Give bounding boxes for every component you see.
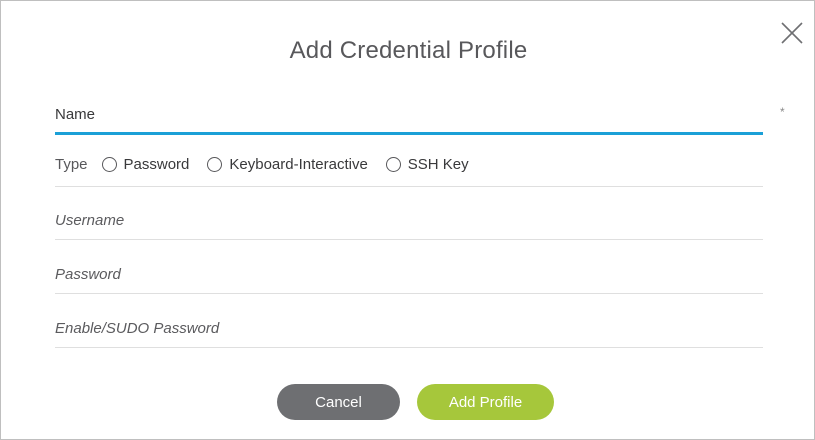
radio-button-icon[interactable]: [385, 157, 401, 172]
dialog-title: Add Credential Profile: [289, 37, 528, 64]
sudo-password-field[interactable]: [55, 300, 763, 348]
radio-button-icon[interactable]: [101, 157, 117, 172]
radio-password-label: Password: [123, 156, 190, 173]
radio-ssh-key[interactable]: SSH Key: [385, 156, 469, 173]
type-radio-group: Type Password Keyboard-Interactive SSH K…: [55, 143, 763, 187]
username-field[interactable]: [55, 192, 763, 240]
required-marker: *: [780, 105, 785, 119]
add-credential-profile-dialog: Add Credential Profile * Type Password K…: [0, 0, 815, 440]
name-field[interactable]: [55, 97, 763, 135]
radio-password[interactable]: Password: [101, 156, 190, 173]
radio-keyboard-interactive[interactable]: Keyboard-Interactive: [207, 156, 368, 173]
sudo-password-input[interactable]: [55, 317, 763, 339]
radio-button-icon[interactable]: [207, 157, 223, 172]
password-field[interactable]: [55, 246, 763, 294]
close-icon[interactable]: [778, 19, 806, 47]
type-label: Type: [55, 156, 88, 173]
cancel-button[interactable]: Cancel: [277, 384, 400, 420]
password-input[interactable]: [55, 263, 763, 285]
add-profile-button[interactable]: Add Profile: [417, 384, 554, 420]
name-input[interactable]: [55, 97, 763, 131]
radio-ssh-key-label: SSH Key: [407, 156, 469, 173]
username-input[interactable]: [55, 209, 763, 231]
radio-keyboard-interactive-label: Keyboard-Interactive: [229, 156, 368, 173]
